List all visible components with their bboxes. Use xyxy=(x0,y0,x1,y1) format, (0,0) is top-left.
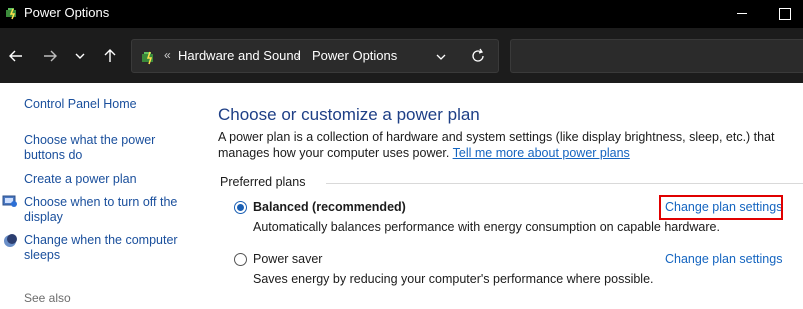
arrow-left-icon xyxy=(9,50,22,62)
up-button[interactable] xyxy=(98,44,122,68)
sidebar-item-create-power-plan[interactable]: Create a power plan xyxy=(24,172,189,187)
change-plan-settings-power-saver-link[interactable]: Change plan settings xyxy=(665,252,782,266)
main-content: Choose or customize a power plan A power… xyxy=(218,83,803,309)
back-button[interactable] xyxy=(4,44,28,68)
refresh-icon[interactable] xyxy=(470,48,486,64)
plan-description-balanced: Automatically balances performance with … xyxy=(253,220,720,234)
chevron-down-icon xyxy=(75,53,85,59)
page-title: Choose or customize a power plan xyxy=(218,105,480,124)
sidebar-item-computer-sleeps[interactable]: Change when the computer sleeps xyxy=(24,233,189,263)
plan-name-balanced[interactable]: Balanced (recommended) xyxy=(253,200,406,214)
plan-name-power-saver[interactable]: Power saver xyxy=(253,252,322,266)
breadcrumb-hardware-and-sound[interactable]: Hardware and Sound xyxy=(178,48,301,63)
maximize-button[interactable] xyxy=(764,0,803,28)
navigation-bar: « Hardware and Sound › Power Options xyxy=(0,28,803,83)
group-divider xyxy=(326,183,803,184)
page-description: A power plan is a collection of hardware… xyxy=(218,129,801,161)
forward-button[interactable] xyxy=(38,44,62,68)
preferred-plans-heading: Preferred plans xyxy=(220,175,306,189)
address-bar[interactable]: « Hardware and Sound › Power Options xyxy=(131,39,499,73)
search-input[interactable] xyxy=(510,39,803,73)
plan-radio-balanced[interactable] xyxy=(234,201,247,214)
minimize-button[interactable] xyxy=(723,0,763,28)
breadcrumb-overflow-icon[interactable]: « xyxy=(164,48,171,62)
display-icon xyxy=(2,195,17,207)
arrow-right-icon xyxy=(44,50,57,62)
sidebar-item-turn-off-display[interactable]: Choose when to turn off the display xyxy=(24,195,189,225)
recent-locations-button[interactable] xyxy=(68,44,92,68)
see-also-heading: See also xyxy=(24,291,71,305)
plan-description-power-saver: Saves energy by reducing your computer's… xyxy=(253,272,654,286)
moon-icon xyxy=(4,234,17,247)
plan-radio-power-saver[interactable] xyxy=(234,253,247,266)
breadcrumb-chevron-icon[interactable]: › xyxy=(296,48,300,62)
power-options-icon xyxy=(142,51,153,65)
sidebar: Control Panel Home Choose what the power… xyxy=(0,83,200,309)
chevron-down-icon[interactable] xyxy=(434,50,448,64)
sidebar-item-power-buttons[interactable]: Choose what the power buttons do xyxy=(24,133,189,163)
window-title: Power Options xyxy=(24,5,110,20)
title-bar: Power Options xyxy=(0,0,803,28)
breadcrumb-power-options[interactable]: Power Options xyxy=(312,48,397,63)
arrow-up-icon xyxy=(104,49,116,62)
tell-me-more-link[interactable]: Tell me more about power plans xyxy=(453,146,630,160)
highlight-box xyxy=(659,195,783,220)
sidebar-item-control-panel-home[interactable]: Control Panel Home xyxy=(24,97,189,112)
power-options-icon xyxy=(6,8,16,20)
